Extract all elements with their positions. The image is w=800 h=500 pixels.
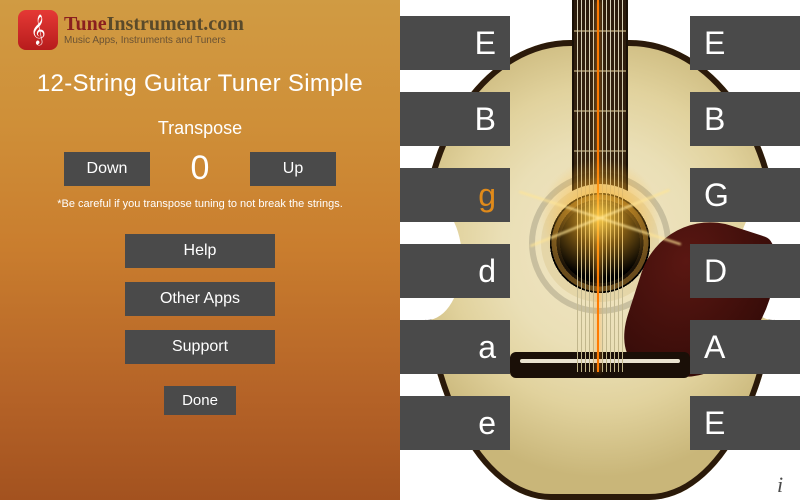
string-active — [597, 0, 599, 372]
info-button[interactable]: i — [768, 472, 792, 496]
brand-text: TuneInstrument.com Music Apps, Instrumen… — [64, 14, 244, 46]
string — [610, 0, 611, 372]
string — [606, 0, 607, 372]
transpose-controls: Down 0 Up — [18, 149, 382, 188]
string-right-2[interactable]: G — [690, 168, 800, 222]
string-right-4[interactable]: A — [690, 320, 800, 374]
menu: Help Other Apps Support — [18, 234, 382, 364]
brand-name: TuneInstrument.com — [64, 14, 244, 34]
page-title: 12-String Guitar Tuner Simple — [18, 70, 382, 98]
string — [581, 0, 582, 372]
string — [622, 0, 623, 372]
other-apps-button[interactable]: Other Apps — [125, 282, 275, 316]
string-left-1[interactable]: B — [400, 92, 510, 146]
string-left-2[interactable]: g — [400, 168, 510, 222]
string — [618, 0, 619, 372]
done-button[interactable]: Done — [164, 386, 236, 415]
guitar-panel: E B g d a e E B G D A E i — [400, 0, 800, 500]
string — [589, 0, 590, 372]
string-left-3[interactable]: d — [400, 244, 510, 298]
done-row: Done — [18, 386, 382, 415]
string-right-1[interactable]: B — [690, 92, 800, 146]
help-button[interactable]: Help — [125, 234, 275, 268]
transpose-down-button[interactable]: Down — [64, 152, 150, 186]
string — [585, 0, 586, 372]
transpose-up-button[interactable]: Up — [250, 152, 336, 186]
brand-name-tune: Tune — [64, 13, 107, 35]
string — [577, 0, 578, 372]
string-left-0[interactable]: E — [400, 16, 510, 70]
transpose-label: Transpose — [18, 118, 382, 139]
control-panel: 𝄞 TuneInstrument.com Music Apps, Instrum… — [0, 0, 400, 500]
string — [602, 0, 603, 372]
brand-icon: 𝄞 — [18, 10, 58, 50]
brand-tagline: Music Apps, Instruments and Tuners — [64, 36, 244, 46]
string-left-4[interactable]: a — [400, 320, 510, 374]
support-button[interactable]: Support — [125, 330, 275, 364]
transpose-value: 0 — [180, 149, 220, 188]
string — [593, 0, 594, 372]
strings-group — [577, 0, 623, 372]
string-right-3[interactable]: D — [690, 244, 800, 298]
string — [614, 0, 615, 372]
string-right-5[interactable]: E — [690, 396, 800, 450]
treble-clef-icon: 𝄞 — [30, 14, 45, 46]
app-root: 𝄞 TuneInstrument.com Music Apps, Instrum… — [0, 0, 800, 500]
brand-name-rest: Instrument.com — [107, 13, 244, 35]
brand-block: 𝄞 TuneInstrument.com Music Apps, Instrum… — [18, 8, 382, 58]
transpose-warning: *Be careful if you transpose tuning to n… — [18, 198, 382, 210]
string-right-0[interactable]: E — [690, 16, 800, 70]
string-left-5[interactable]: e — [400, 396, 510, 450]
